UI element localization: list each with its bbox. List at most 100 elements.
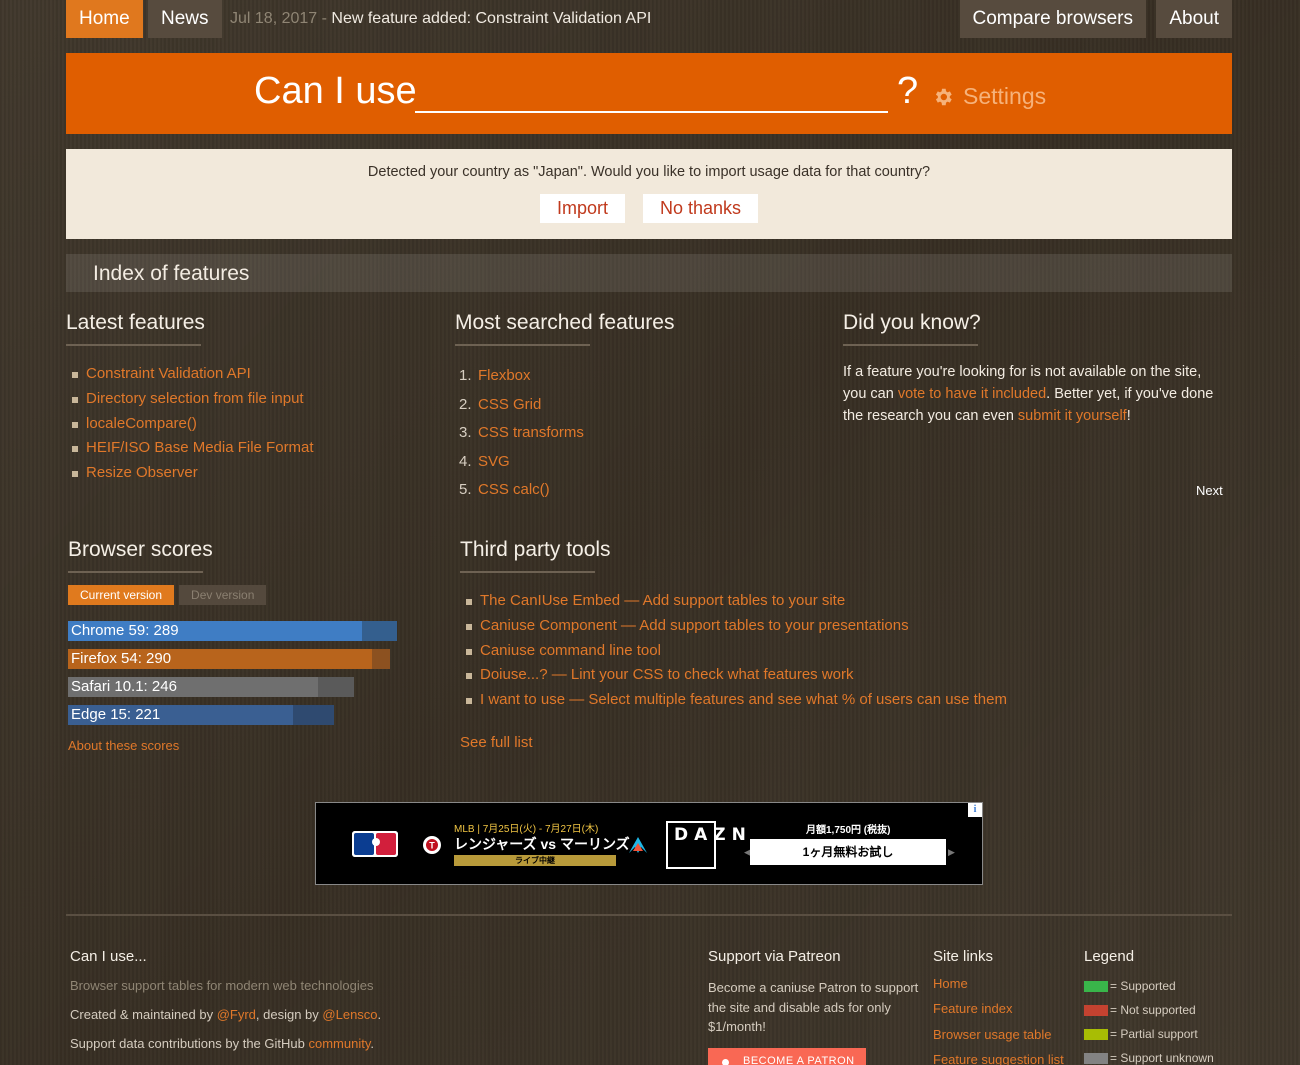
feature-link[interactable]: Constraint Validation API: [86, 365, 251, 382]
import-button[interactable]: Import: [539, 194, 625, 223]
list-item[interactable]: localeCompare(): [66, 412, 314, 437]
tool-link[interactable]: Caniuse Component — Add support tables t…: [480, 617, 909, 634]
footer-link-home[interactable]: Home: [933, 976, 968, 991]
country-buttons: Import No thanks: [66, 194, 1232, 223]
ad-cta-button[interactable]: 1ヶ月無料お試し: [750, 839, 946, 865]
footer-link-suggestion-list[interactable]: Feature suggestion list: [933, 1052, 1064, 1065]
become-patron-button[interactable]: BECOME A PATRON: [708, 1048, 866, 1065]
feature-link[interactable]: CSS Grid: [478, 396, 541, 413]
feature-link[interactable]: CSS calc(): [478, 481, 550, 498]
next-tip-button[interactable]: Next: [1196, 483, 1223, 498]
legend-label: = Not supported: [1110, 1003, 1196, 1017]
footer-divider: [66, 914, 1232, 916]
list-item[interactable]: I want to use — Select multiple features…: [460, 688, 1007, 713]
ad-date: MLB | 7月25日(火) - 7月27日(木): [454, 824, 599, 835]
patreon-text: Become a caniuse Patron to support the s…: [708, 980, 919, 1034]
legend-not-supported: = Not supported: [1084, 1003, 1196, 1017]
footer-contributions: Support data contributions by the GitHub…: [70, 1036, 374, 1051]
score-label: Chrome 59: 289: [71, 622, 179, 639]
nav-about[interactable]: About: [1156, 0, 1232, 38]
feature-link[interactable]: HEIF/ISO Base Media File Format: [86, 439, 314, 456]
settings-button[interactable]: Settings: [932, 83, 1046, 110]
dazn-logo: DAZN: [666, 821, 746, 869]
ad-live: ライブ中継: [454, 855, 616, 866]
list-item[interactable]: 5. CSS calc(): [459, 476, 584, 505]
tab-dev-version[interactable]: Dev version: [179, 585, 267, 605]
lensco-link[interactable]: @Lensco: [322, 1007, 377, 1022]
index-title: Index of features: [93, 262, 250, 285]
nav-home[interactable]: Home: [66, 0, 143, 38]
third-party-title: Third party tools: [460, 538, 611, 573]
rank-number: 4.: [459, 452, 472, 470]
list-item[interactable]: 1. Flexbox: [459, 362, 584, 391]
dyk-text-part: !: [1126, 408, 1131, 424]
index-header: Index of features: [66, 254, 1232, 292]
rank-number: 3.: [459, 424, 472, 441]
footer-link-feature-index[interactable]: Feature index: [933, 1001, 1013, 1016]
nav-news[interactable]: News: [148, 0, 222, 38]
score-bar-firefox: Firefox 54: 290: [68, 649, 390, 669]
country-import-banner: Detected your country as "Japan". Would …: [66, 149, 1232, 239]
list-item[interactable]: Doiuse...? — Lint your CSS to check what…: [460, 663, 1007, 688]
news-headline[interactable]: New feature added: Constraint Validation…: [331, 10, 651, 27]
contrib-text: .: [370, 1036, 374, 1051]
feature-link[interactable]: Directory selection from file input: [86, 390, 304, 407]
legend-swatch: [1084, 1004, 1108, 1016]
no-thanks-button[interactable]: No thanks: [642, 194, 759, 223]
list-item[interactable]: Caniuse Component — Add support tables t…: [460, 614, 1007, 639]
settings-label: Settings: [963, 83, 1047, 109]
feature-link[interactable]: Resize Observer: [86, 464, 198, 481]
list-item[interactable]: The CanIUse Embed — Add support tables t…: [460, 589, 1007, 614]
score-label: Safari 10.1: 246: [71, 678, 177, 695]
footer-link-usage-table[interactable]: Browser usage table: [933, 1027, 1052, 1042]
tool-link[interactable]: Caniuse command line tool: [480, 642, 661, 659]
score-label: Edge 15: 221: [71, 706, 161, 723]
legend-partial-support: = Partial support: [1084, 1027, 1198, 1041]
legend-swatch: [1084, 980, 1108, 992]
community-link[interactable]: community: [308, 1036, 370, 1051]
legend-label: = Support unknown: [1110, 1051, 1214, 1065]
advertisement[interactable]: i T MLB | 7月25日(火) - 7月27日(木) レンジャーズ vs …: [315, 802, 983, 885]
rank-number: 2.: [459, 395, 472, 413]
question-mark: ?: [897, 70, 919, 112]
score-bar-safari: Safari 10.1: 246: [68, 677, 354, 697]
search-input[interactable]: [415, 111, 888, 113]
tool-link[interactable]: The CanIUse Embed — Add support tables t…: [480, 592, 845, 609]
ad-info-icon[interactable]: i: [968, 803, 982, 817]
tool-link[interactable]: I want to use — Select multiple features…: [480, 691, 1007, 708]
submit-link[interactable]: submit it yourself: [1018, 408, 1127, 424]
list-item[interactable]: 3. CSS transforms: [459, 419, 584, 448]
list-item[interactable]: Caniuse command line tool: [460, 639, 1007, 664]
feature-link[interactable]: CSS transforms: [478, 424, 584, 441]
see-full-list-link[interactable]: See full list: [460, 734, 533, 751]
list-item[interactable]: Constraint Validation API: [66, 362, 314, 387]
tab-current-version[interactable]: Current version: [68, 585, 175, 605]
feature-link[interactable]: SVG: [478, 453, 510, 470]
list-item[interactable]: HEIF/ISO Base Media File Format: [66, 436, 314, 461]
latest-features-list: Constraint Validation API Directory sele…: [66, 362, 314, 486]
list-item[interactable]: Directory selection from file input: [66, 387, 314, 412]
feature-link[interactable]: Flexbox: [478, 367, 531, 384]
list-item[interactable]: 4. SVG: [459, 448, 584, 477]
legend-support-unknown: = Support unknown: [1084, 1051, 1214, 1065]
most-searched-list: 1. Flexbox 2. CSS Grid 3. CSS transforms 4.…: [459, 362, 584, 505]
patreon-title: Support via Patreon: [708, 948, 841, 965]
dazn-text: DAZN: [674, 825, 752, 845]
credits-text: .: [377, 1007, 382, 1022]
fyrd-link[interactable]: @Fyrd: [217, 1007, 256, 1022]
score-tabs: Current version Dev version: [68, 585, 267, 605]
about-scores-link[interactable]: About these scores: [68, 738, 179, 753]
list-item[interactable]: Resize Observer: [66, 461, 314, 486]
legend-title: Legend: [1084, 948, 1135, 965]
list-item[interactable]: 2. CSS Grid: [459, 391, 584, 420]
rangers-logo-icon: T: [423, 836, 441, 854]
legend-label: = Supported: [1110, 979, 1176, 993]
tool-link[interactable]: Doiuse...? — Lint your CSS to check what…: [480, 666, 854, 683]
ad-match: レンジャーズ vs マーリンズ: [454, 836, 630, 852]
legend-swatch: [1084, 1028, 1108, 1040]
nav-compare-browsers[interactable]: Compare browsers: [959, 0, 1146, 38]
feature-link[interactable]: localeCompare(): [86, 415, 197, 432]
rank-number: 1.: [459, 367, 472, 384]
most-searched-title: Most searched features: [455, 311, 674, 346]
vote-link[interactable]: vote to have it included: [898, 386, 1046, 402]
